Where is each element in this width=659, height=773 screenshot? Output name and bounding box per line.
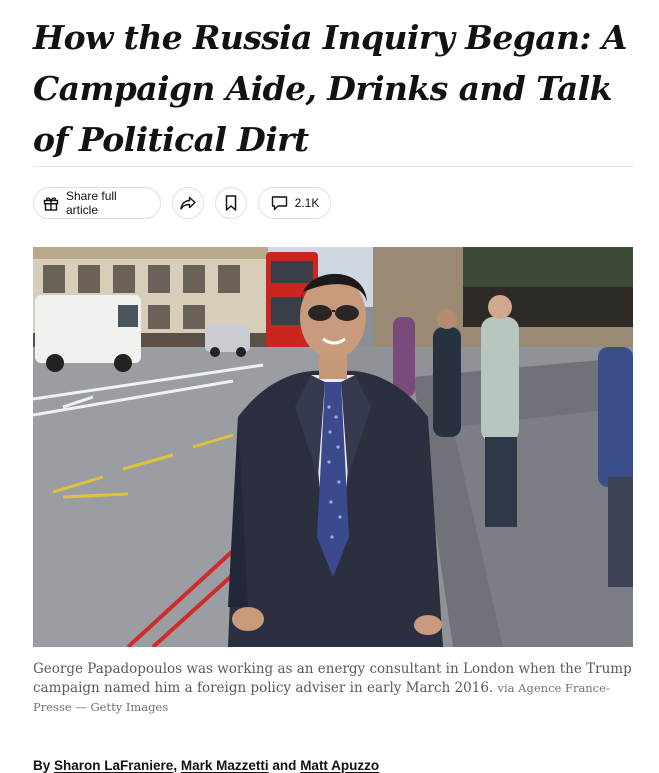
byline-conjunction: and <box>272 758 297 773</box>
article-header: How the Russia Inquiry Began: A Campaign… <box>33 0 633 165</box>
comment-count: 2.1K <box>294 196 320 210</box>
lead-photo <box>33 247 633 647</box>
header-divider <box>33 166 633 167</box>
author-link-mark-mazzetti[interactable]: Mark Mazzetti <box>181 758 269 773</box>
byline-separator: , <box>173 758 178 773</box>
share-full-article-button[interactable]: Share full article <box>33 187 161 219</box>
article-toolbar: Share full article 2.1K <box>33 187 331 221</box>
byline: By Sharon LaFraniere, Mark Mazzetti and … <box>33 758 633 773</box>
save-button[interactable] <box>215 187 247 219</box>
photo-caption: George Papadopoulos was working as an en… <box>33 660 633 717</box>
share-button[interactable] <box>172 187 204 219</box>
byline-prefix: By <box>33 758 51 773</box>
share-arrow-icon <box>179 194 197 212</box>
bookmark-icon <box>223 194 239 212</box>
comment-icon <box>270 194 289 212</box>
share-full-article-label: Share full article <box>66 189 117 217</box>
author-link-sharon-lafraniere[interactable]: Sharon LaFraniere <box>54 758 173 773</box>
gift-icon <box>42 194 60 212</box>
author-link-matt-apuzzo[interactable]: Matt Apuzzo <box>300 758 379 773</box>
comments-button[interactable]: 2.1K <box>258 187 331 219</box>
headline: How the Russia Inquiry Began: A Campaign… <box>33 18 627 159</box>
